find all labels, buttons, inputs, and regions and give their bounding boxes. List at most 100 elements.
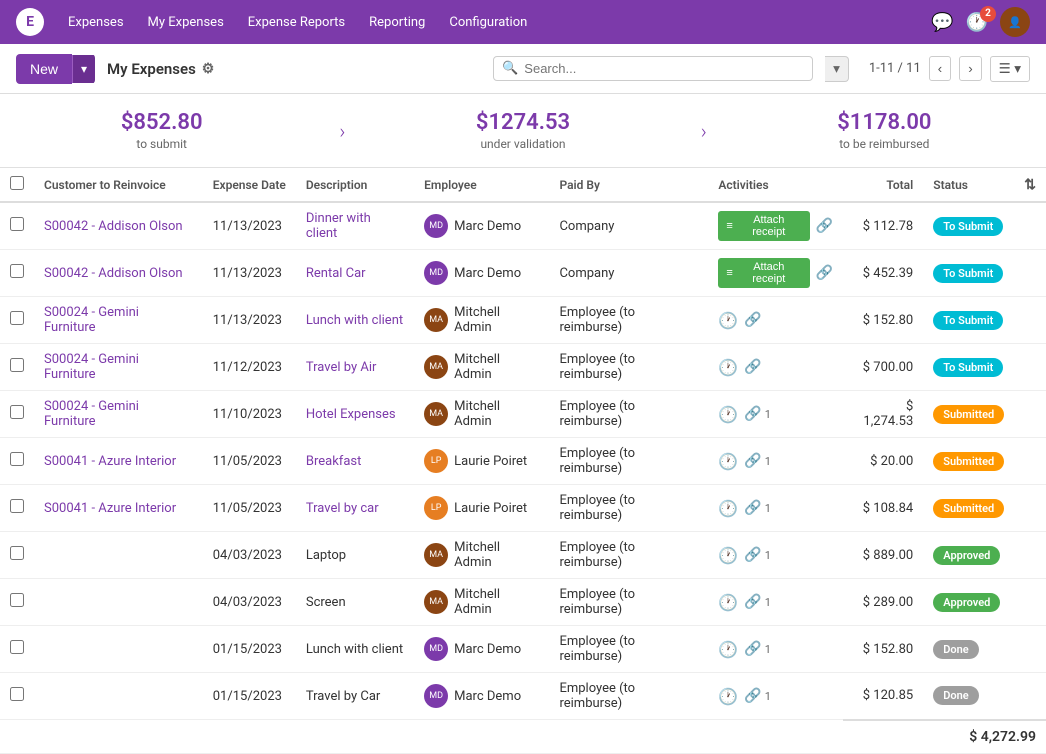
under-validation-card: $1274.53 under validation <box>361 110 684 151</box>
expense-total: $ 112.78 <box>843 202 923 250</box>
paperclip-icon[interactable]: 🔗 <box>816 265 833 281</box>
row-checkbox[interactable] <box>10 405 24 419</box>
description-link[interactable]: Travel by Air <box>306 360 377 375</box>
paperclip-icon[interactable]: 🔗 <box>744 312 761 328</box>
customer-link[interactable]: S00042 - Addison Olson <box>44 266 183 281</box>
customer-link[interactable]: S00024 - Gemini Furniture <box>44 305 139 335</box>
sort-icon[interactable]: ⇅ <box>1024 177 1036 193</box>
paperclip-icon[interactable]: 🔗 <box>744 594 761 610</box>
row-checkbox[interactable] <box>10 358 24 372</box>
row-checkbox[interactable] <box>10 593 24 607</box>
employee-avatar: MA <box>424 543 448 567</box>
nav-configuration[interactable]: Configuration <box>449 15 527 30</box>
employee-cell: LP Laurie Poiret <box>424 496 539 520</box>
employee-avatar: MD <box>424 214 448 238</box>
total-amount: $ 4,272.99 <box>843 720 1046 754</box>
nav-expense-reports[interactable]: Expense Reports <box>248 15 345 30</box>
description-link[interactable]: Breakfast <box>306 454 362 469</box>
paid-by: Employee (to reimburse) <box>549 297 708 344</box>
submit-arrow-icon[interactable]: › <box>323 119 361 143</box>
attach-count-group: 🔗1 <box>744 688 771 704</box>
top-navigation: E Expenses My Expenses Expense Reports R… <box>0 0 1046 44</box>
description-text: Travel by Car <box>296 673 414 720</box>
paperclip-icon[interactable]: 🔗 <box>744 406 761 422</box>
paperclip-icon[interactable]: 🔗 <box>744 500 761 516</box>
description-link[interactable]: Rental Car <box>306 266 366 281</box>
to-be-reimbursed-label: to be reimbursed <box>723 137 1046 151</box>
app-logo[interactable]: E <box>16 8 44 36</box>
employee-cell: MA Mitchell Admin <box>424 305 539 335</box>
paperclip-icon[interactable]: 🔗 <box>744 359 761 375</box>
employee-name: Laurie Poiret <box>454 501 527 516</box>
view-options-button[interactable]: ☰ ▾ <box>990 56 1030 82</box>
table-row: 04/03/2023Screen MA Mitchell Admin Emplo… <box>0 579 1046 626</box>
select-all-header[interactable] <box>0 168 34 202</box>
nav-reporting[interactable]: Reporting <box>369 15 425 30</box>
col-employee: Employee <box>414 168 549 202</box>
chat-icon[interactable]: 💬 <box>931 12 953 33</box>
description-link[interactable]: Lunch with client <box>306 313 403 328</box>
attach-count-group: 🔗1 <box>744 594 771 610</box>
col-sort[interactable]: ⇅ <box>1014 168 1046 202</box>
settings-gear-icon[interactable]: ⚙ <box>202 61 215 77</box>
customer-link[interactable]: S00041 - Azure Interior <box>44 454 176 469</box>
attach-receipt-button[interactable]: ≡ Attach receipt <box>718 211 810 241</box>
row-checkbox[interactable] <box>10 217 24 231</box>
search-filter-dropdown[interactable]: ▾ <box>825 56 849 82</box>
paperclip-icon[interactable]: 🔗 <box>744 453 761 469</box>
employee-cell: MA Mitchell Admin <box>424 352 539 382</box>
notifications[interactable]: 🕐 2 <box>966 12 988 33</box>
select-all-checkbox[interactable] <box>10 176 24 190</box>
customer-link[interactable]: S00024 - Gemini Furniture <box>44 399 139 429</box>
attach-count: 1 <box>765 596 771 609</box>
row-checkbox[interactable] <box>10 311 24 325</box>
paid-by: Employee (to reimburse) <box>549 344 708 391</box>
employee-name: Mitchell Admin <box>454 540 539 570</box>
clock-icon: 🕐 <box>718 687 738 706</box>
validation-arrow-icon[interactable]: › <box>685 119 723 143</box>
clock-icon: 🕐 <box>718 358 738 377</box>
expense-total: $ 152.80 <box>843 297 923 344</box>
table-row: S00041 - Azure Interior11/05/2023Breakfa… <box>0 438 1046 485</box>
col-status: Status <box>923 168 1014 202</box>
activity-cell: 🕐 🔗 <box>718 358 833 377</box>
row-checkbox[interactable] <box>10 264 24 278</box>
description-text: Lunch with client <box>296 626 414 673</box>
user-avatar[interactable]: 👤 <box>1000 7 1030 37</box>
row-checkbox[interactable] <box>10 499 24 513</box>
row-checkbox[interactable] <box>10 546 24 560</box>
paperclip-icon[interactable]: 🔗 <box>816 218 833 234</box>
nav-my-expenses[interactable]: My Expenses <box>148 15 224 30</box>
nav-expenses[interactable]: Expenses <box>68 15 124 30</box>
new-dropdown-button[interactable]: ▾ <box>72 55 95 83</box>
customer-link[interactable]: S00024 - Gemini Furniture <box>44 352 139 382</box>
paperclip-icon[interactable]: 🔗 <box>744 688 761 704</box>
description-link[interactable]: Dinner with client <box>306 211 371 241</box>
paperclip-icon[interactable]: 🔗 <box>744 547 761 563</box>
status-badge: To Submit <box>933 217 1003 236</box>
employee-avatar: LP <box>424 449 448 473</box>
search-input[interactable] <box>524 61 804 76</box>
employee-cell: MD Marc Demo <box>424 214 539 238</box>
activity-cell: 🕐 🔗1 <box>718 546 833 565</box>
clock-icon: 🕐 <box>718 546 738 565</box>
row-checkbox[interactable] <box>10 452 24 466</box>
new-button[interactable]: New <box>16 54 72 84</box>
employee-name: Mitchell Admin <box>454 587 539 617</box>
employee-avatar: MA <box>424 402 448 426</box>
row-checkbox[interactable] <box>10 640 24 654</box>
description-link[interactable]: Travel by car <box>306 501 379 516</box>
customer-link[interactable]: S00041 - Azure Interior <box>44 501 176 516</box>
expense-date: 11/13/2023 <box>203 202 296 250</box>
activity-cell: 🕐 🔗1 <box>718 687 833 706</box>
customer-link[interactable]: S00042 - Addison Olson <box>44 219 183 234</box>
next-page-button[interactable]: › <box>959 56 981 81</box>
row-checkbox[interactable] <box>10 687 24 701</box>
attach-receipt-button[interactable]: ≡ Attach receipt <box>718 258 810 288</box>
description-link[interactable]: Hotel Expenses <box>306 407 396 422</box>
status-badge: Done <box>933 686 978 705</box>
prev-page-button[interactable]: ‹ <box>929 56 951 81</box>
paperclip-icon[interactable]: 🔗 <box>744 641 761 657</box>
expense-date: 01/15/2023 <box>203 626 296 673</box>
expense-date: 11/05/2023 <box>203 485 296 532</box>
